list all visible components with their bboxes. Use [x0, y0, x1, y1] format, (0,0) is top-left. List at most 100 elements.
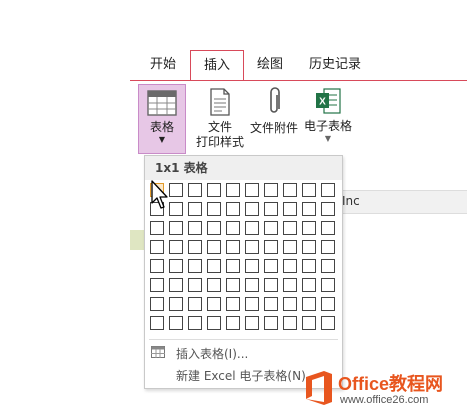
table-grid-cell[interactable] [264, 316, 278, 330]
table-grid-cell[interactable] [169, 297, 183, 311]
chevron-down-icon: ▼ [158, 135, 166, 144]
table-grid-cell[interactable] [264, 183, 278, 197]
doc-background-strip [342, 190, 467, 214]
table-grid-cell[interactable] [245, 259, 259, 273]
insert-table-menu-item[interactable]: 插入表格(I)... [149, 342, 338, 362]
table-grid-cell[interactable] [264, 259, 278, 273]
table-grid-cell[interactable] [169, 240, 183, 254]
chevron-down-icon: ▼ [324, 134, 332, 143]
table-grid-cell[interactable] [226, 297, 240, 311]
table-grid-cell[interactable] [302, 221, 316, 235]
table-grid-cell[interactable] [321, 202, 335, 216]
table-grid-cell[interactable] [226, 259, 240, 273]
table-grid-cell[interactable] [169, 278, 183, 292]
insert-table-dropdown: 1x1 表格 插入表格(I)... 新建 Excel 电子表格(N) [144, 155, 343, 389]
table-grid-cell[interactable] [283, 221, 297, 235]
table-grid-cell[interactable] [169, 259, 183, 273]
table-grid-cell[interactable] [150, 297, 164, 311]
table-grid-cell[interactable] [283, 183, 297, 197]
table-grid-cell[interactable] [264, 297, 278, 311]
table-grid-cell[interactable] [245, 278, 259, 292]
table-grid-cell[interactable] [283, 297, 297, 311]
table-grid-cell[interactable] [226, 278, 240, 292]
table-grid-cell[interactable] [188, 183, 202, 197]
table-grid-cell[interactable] [245, 221, 259, 235]
table-grid-cell[interactable] [245, 183, 259, 197]
file-printout-label-line2: 打印样式 [195, 135, 244, 149]
table-grid-cell[interactable] [169, 202, 183, 216]
table-grid-cell[interactable] [245, 316, 259, 330]
table-grid-cell[interactable] [264, 221, 278, 235]
table-grid-cell[interactable] [283, 240, 297, 254]
table-grid-cell[interactable] [150, 240, 164, 254]
file-printout-button[interactable]: 文件 打印样式 [194, 84, 246, 150]
table-grid-cell[interactable] [321, 183, 335, 197]
table-grid-cell[interactable] [207, 259, 221, 273]
file-attachment-button[interactable]: 文件附件 [248, 84, 300, 150]
table-grid-cell[interactable] [188, 259, 202, 273]
table-grid-cell[interactable] [283, 278, 297, 292]
table-grid-cell[interactable] [226, 202, 240, 216]
table-grid-cell[interactable] [188, 278, 202, 292]
table-grid-cell[interactable] [283, 259, 297, 273]
table-grid-cell[interactable] [150, 278, 164, 292]
table-grid-cell[interactable] [321, 297, 335, 311]
tab-history[interactable]: 历史记录 [306, 50, 364, 80]
watermark-logo: Office教程网 www.office26.com [300, 365, 467, 416]
table-grid-cell[interactable] [207, 240, 221, 254]
table-grid-cell[interactable] [188, 202, 202, 216]
table-grid-cell[interactable] [226, 183, 240, 197]
table-button[interactable]: 表格 ▼ [138, 84, 186, 154]
doc-background-edge-left [130, 230, 144, 250]
table-grid-cell[interactable] [321, 221, 335, 235]
table-grid-cell[interactable] [188, 297, 202, 311]
table-grid-cell[interactable] [321, 316, 335, 330]
spreadsheet-button[interactable]: X 电子表格 ▼ [300, 84, 356, 152]
spreadsheet-label: 电子表格 [303, 119, 352, 133]
table-grid-cell[interactable] [207, 221, 221, 235]
table-grid-cell[interactable] [169, 221, 183, 235]
table-grid-cell[interactable] [207, 297, 221, 311]
table-grid-cell[interactable] [321, 278, 335, 292]
table-grid-cell[interactable] [150, 259, 164, 273]
table-grid-cell[interactable] [302, 202, 316, 216]
table-grid-cell[interactable] [150, 221, 164, 235]
table-grid-cell[interactable] [302, 259, 316, 273]
table-grid-cell[interactable] [207, 316, 221, 330]
document-icon [210, 88, 230, 116]
table-grid-cell[interactable] [264, 240, 278, 254]
table-grid-cell[interactable] [302, 183, 316, 197]
tab-home[interactable]: 开始 [144, 50, 182, 80]
tab-insert[interactable]: 插入 [190, 50, 244, 81]
table-grid-cell[interactable] [245, 202, 259, 216]
table-grid-cell[interactable] [321, 240, 335, 254]
table-grid-cell[interactable] [302, 278, 316, 292]
tab-draw[interactable]: 绘图 [250, 50, 290, 80]
table-grid-cell[interactable] [283, 316, 297, 330]
table-grid-cell[interactable] [169, 183, 183, 197]
table-button-label: 表格 [149, 120, 174, 134]
table-grid-cell[interactable] [226, 221, 240, 235]
table-grid-cell[interactable] [207, 183, 221, 197]
table-grid-cell[interactable] [245, 240, 259, 254]
table-grid-cell[interactable] [188, 221, 202, 235]
table-grid-cell[interactable] [150, 316, 164, 330]
table-grid-cell[interactable] [302, 316, 316, 330]
table-grid-cell[interactable] [264, 202, 278, 216]
table-grid-cell[interactable] [245, 297, 259, 311]
table-grid-cell[interactable] [207, 202, 221, 216]
table-grid-cell[interactable] [188, 240, 202, 254]
table-grid-cell[interactable] [264, 278, 278, 292]
table-grid-cell[interactable] [226, 240, 240, 254]
file-attachment-label: 文件附件 [249, 121, 298, 135]
table-grid-cell[interactable] [302, 297, 316, 311]
table-grid-cell[interactable] [207, 278, 221, 292]
file-printout-label-line1: 文件 [207, 120, 232, 134]
table-grid-cell[interactable] [321, 259, 335, 273]
table-grid-cell[interactable] [302, 240, 316, 254]
insert-table-label: 插入表格(I)... [176, 347, 249, 361]
table-grid-cell[interactable] [169, 316, 183, 330]
table-grid-cell[interactable] [283, 202, 297, 216]
table-grid-cell[interactable] [188, 316, 202, 330]
table-grid-cell[interactable] [226, 316, 240, 330]
